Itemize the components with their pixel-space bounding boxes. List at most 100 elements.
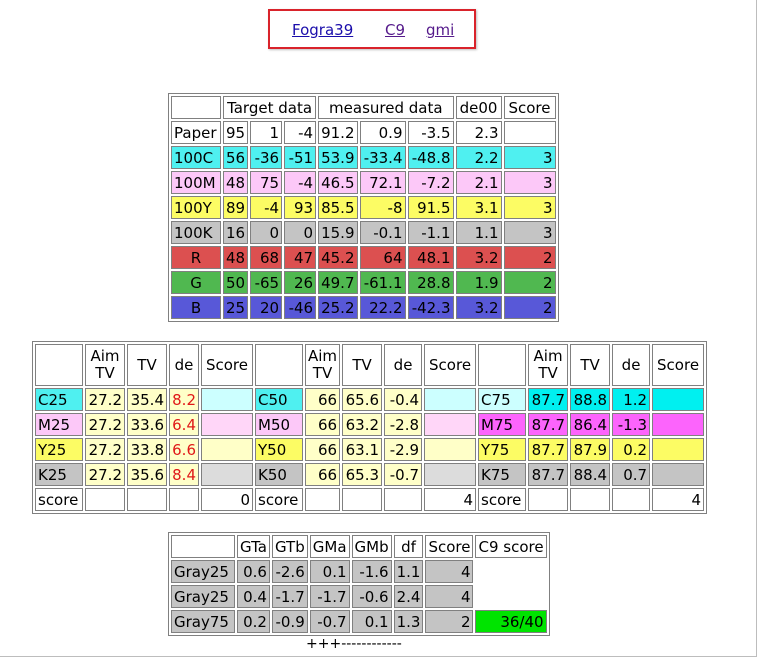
row-label: C75 xyxy=(478,388,527,411)
header-cell xyxy=(171,96,221,119)
header-score: Score xyxy=(425,535,474,558)
cell xyxy=(424,438,477,461)
cell: 1.9 xyxy=(455,271,502,294)
table-row-score: score 0 score 4 score 4 xyxy=(35,488,705,511)
table-header-row: Target data measured data de00 Score xyxy=(171,96,556,119)
row-label: Y25 xyxy=(35,438,83,461)
cell: 63.2 xyxy=(342,413,383,436)
cell: 3 xyxy=(503,171,556,194)
cell: -1.7 xyxy=(309,585,350,608)
table-row: Y25 27.2 33.8 6.6 Y50 66 63.1 -2.9 Y75 8… xyxy=(35,438,705,461)
cell: -65 xyxy=(250,271,283,294)
cell: -0.1 xyxy=(359,221,406,244)
cell: 48 xyxy=(223,246,249,269)
cell xyxy=(503,121,556,144)
group-score: 0 xyxy=(201,488,253,511)
cell: -2.8 xyxy=(384,413,423,436)
cell: 91.2 xyxy=(318,121,358,144)
cell: -8 xyxy=(359,196,406,219)
cell: -46 xyxy=(284,296,317,319)
cell xyxy=(652,463,705,486)
header-score: Score xyxy=(652,344,705,386)
header-cell xyxy=(35,344,83,386)
cell: -0.4 xyxy=(384,388,423,411)
table-row: Gray25 0.4 -1.7 -1.7 -0.6 2.4 4 xyxy=(171,585,547,608)
cell: 49.7 xyxy=(318,271,358,294)
cell: 2.2 xyxy=(455,146,502,169)
header-de: de xyxy=(612,344,651,386)
cell: 0 xyxy=(284,221,317,244)
cell: -1.1 xyxy=(407,221,454,244)
cell xyxy=(570,488,611,511)
cell: 64 xyxy=(359,246,406,269)
row-label: R xyxy=(171,246,221,269)
table-row: M25 27.2 33.6 6.4 M50 66 63.2 -2.8 M75 8… xyxy=(35,413,705,436)
header-aim-label: Aim xyxy=(90,347,120,365)
cell: -4 xyxy=(284,121,317,144)
header-aim-tv: Aim TV xyxy=(528,344,569,386)
cell: 1 xyxy=(250,121,283,144)
header-aim-tv: Aim TV xyxy=(305,344,341,386)
cell: 3.2 xyxy=(455,246,502,269)
group-score: 4 xyxy=(652,488,705,511)
cell: 16 xyxy=(223,221,249,244)
cell: 72.1 xyxy=(359,171,406,194)
cell: 68 xyxy=(250,246,283,269)
link-c9[interactable]: C9 xyxy=(385,21,405,39)
cell xyxy=(384,488,423,511)
cell xyxy=(612,488,651,511)
cell: 4 xyxy=(425,560,474,583)
cell: -36 xyxy=(250,146,283,169)
cell: 63.1 xyxy=(342,438,383,461)
group-score: 4 xyxy=(424,488,477,511)
cell: 33.6 xyxy=(127,413,167,436)
link-fogra39[interactable]: Fogra39 xyxy=(292,21,353,39)
links-highlight-box: Fogra39 C9 gmi xyxy=(268,9,476,49)
cell: 1.1 xyxy=(393,560,424,583)
row-label: G xyxy=(171,271,221,294)
cell: 2 xyxy=(503,271,556,294)
cell xyxy=(201,438,253,461)
cell: -0.7 xyxy=(309,610,350,633)
cell: 15.9 xyxy=(318,221,358,244)
cell xyxy=(475,560,547,583)
table-row: Gray25 0.6 -2.6 0.1 -1.6 1.1 4 xyxy=(171,560,547,583)
cell: -61.1 xyxy=(359,271,406,294)
cell xyxy=(652,388,705,411)
cell xyxy=(424,463,477,486)
cell: 66 xyxy=(305,413,341,436)
cell: -4 xyxy=(250,196,283,219)
cell: 2.3 xyxy=(455,121,502,144)
header-score: Score xyxy=(503,96,556,119)
cell xyxy=(652,438,705,461)
cell: 87.7 xyxy=(528,388,569,411)
header-cell xyxy=(255,344,303,386)
cell: 0 xyxy=(250,221,283,244)
row-label: Y50 xyxy=(255,438,303,461)
cell: 2.1 xyxy=(455,171,502,194)
cell: -51 xyxy=(284,146,317,169)
cell xyxy=(652,413,705,436)
cell: 2 xyxy=(425,610,474,633)
cell: 3 xyxy=(503,221,556,244)
row-label: score xyxy=(478,488,527,511)
cell: 27.2 xyxy=(85,438,125,461)
cell: 26 xyxy=(284,271,317,294)
cell: -0.7 xyxy=(384,463,423,486)
cell: 87.7 xyxy=(528,463,569,486)
row-label: 100C xyxy=(171,146,221,169)
cell: 0.9 xyxy=(359,121,406,144)
cell: 50 xyxy=(223,271,249,294)
footer-text: +++------------ xyxy=(306,636,402,652)
cell: 48 xyxy=(223,171,249,194)
row-label: B xyxy=(171,296,221,319)
link-gmi[interactable]: gmi xyxy=(426,21,454,39)
table-row: 100K 16 0 0 15.9 -0.1 -1.1 1.1 3 xyxy=(171,221,556,244)
cell: 87.7 xyxy=(528,438,569,461)
cell: 6.4 xyxy=(169,413,199,436)
row-label: M75 xyxy=(478,413,527,436)
cell: 88.4 xyxy=(570,463,611,486)
cell: 1.2 xyxy=(612,388,651,411)
gray-balance-table: GTa GTb GMa GMb df Score C9 score Gray25… xyxy=(168,532,550,636)
cell: -3.5 xyxy=(407,121,454,144)
